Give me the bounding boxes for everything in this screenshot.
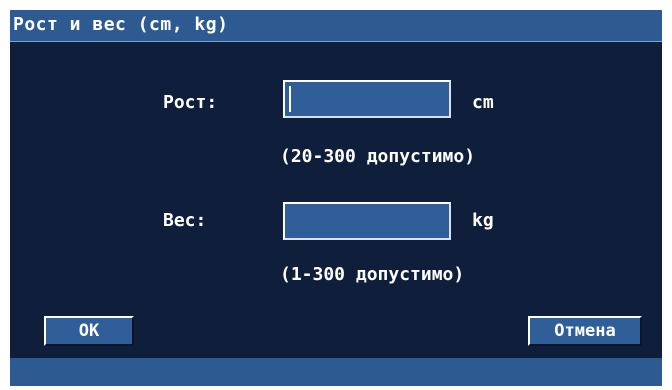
weight-input[interactable] (283, 202, 451, 240)
height-label: Рост: (163, 92, 218, 113)
height-input[interactable] (283, 80, 451, 118)
dialog-titlebar: Рост и вес (cm, kg) (10, 10, 662, 42)
height-range-hint: (20-300 допустимо) (280, 146, 476, 167)
weight-range-hint: (1-300 допустимо) (280, 264, 465, 285)
text-cursor (289, 86, 291, 112)
height-weight-dialog: Рост и вес (cm, kg) Рост: cm (20-300 доп… (10, 10, 662, 386)
status-bar (10, 358, 662, 386)
ok-button[interactable]: OK (44, 316, 134, 346)
dialog-title: Рост и вес (cm, kg) (13, 14, 229, 35)
weight-unit: kg (472, 210, 494, 231)
cancel-button[interactable]: Отмена (528, 316, 642, 346)
height-unit: cm (472, 92, 494, 113)
weight-label: Вес: (163, 210, 207, 231)
